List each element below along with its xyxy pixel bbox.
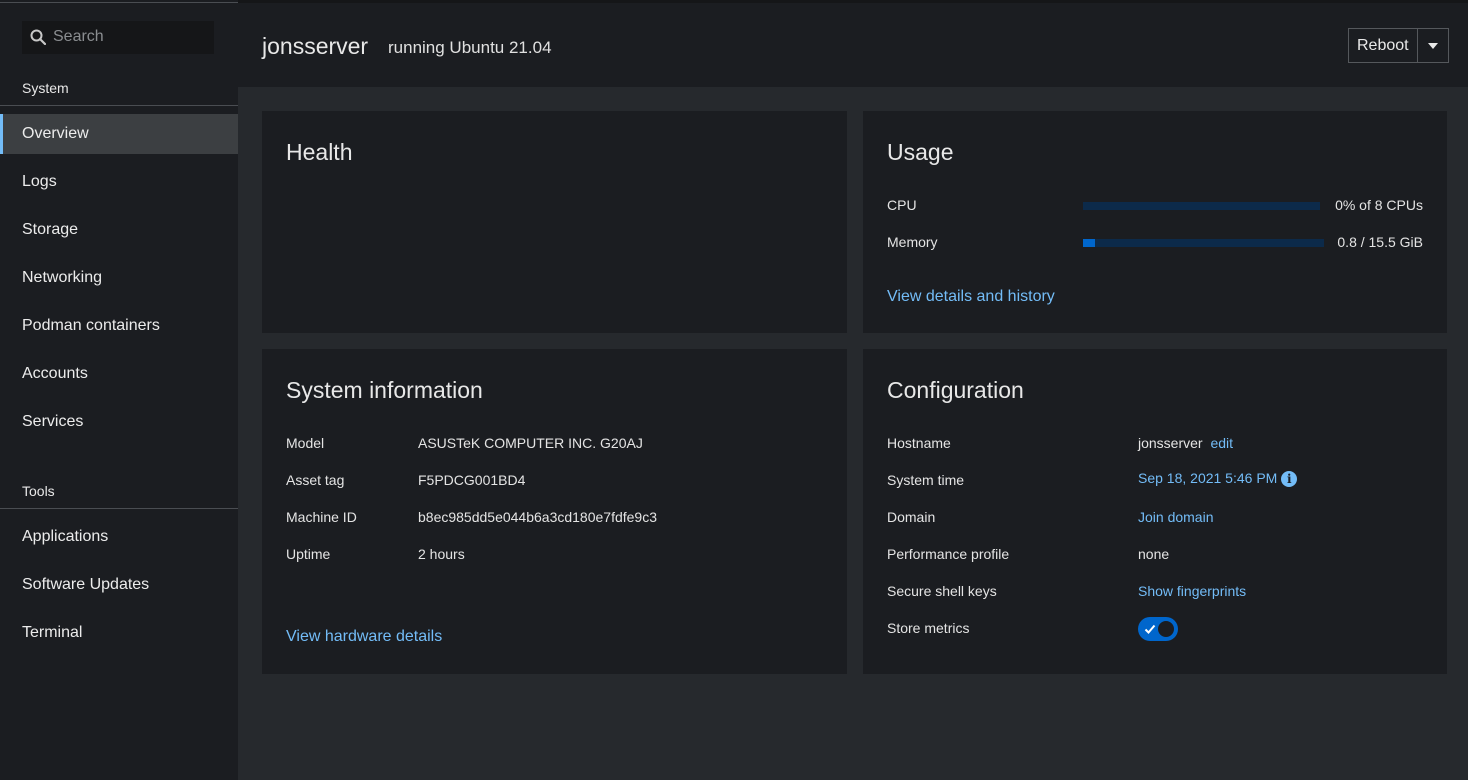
reboot-button[interactable]: Reboot (1349, 29, 1418, 62)
info-icon[interactable]: i (1281, 471, 1298, 488)
hostname-value: jonsserver (1138, 435, 1203, 451)
sidebar-item-storage[interactable]: Storage (0, 210, 238, 250)
page-title: jonsserver (262, 33, 369, 59)
hostname-row: jonsserver edit (1138, 435, 1233, 451)
model-label: Model (286, 435, 325, 451)
system-section-divider (0, 105, 238, 106)
cpu-usage-bar (1083, 202, 1320, 210)
asset-tag-label: Asset tag (286, 472, 345, 488)
show-fingerprints-link[interactable]: Show fingerprints (1138, 583, 1246, 599)
system-time-link[interactable]: Sep 18, 2021 5:46 PM (1138, 470, 1277, 486)
memory-label: Memory (887, 234, 938, 250)
tools-section-title: Tools (22, 483, 55, 499)
reboot-dropdown-toggle[interactable] (1418, 29, 1448, 62)
system-time-label: System time (887, 472, 965, 488)
uptime-label: Uptime (286, 546, 331, 562)
cpu-label: CPU (887, 197, 917, 213)
asset-tag-value: F5PDCG001BD4 (418, 472, 526, 488)
join-domain-link[interactable]: Join domain (1138, 509, 1214, 525)
sidebar-top-divider (0, 0, 238, 3)
health-card-title: Health (286, 139, 353, 165)
reboot-button-group: Reboot (1348, 28, 1449, 63)
domain-label: Domain (887, 509, 936, 525)
tools-section-divider (0, 508, 238, 509)
machine-id-label: Machine ID (286, 509, 357, 525)
search-box[interactable] (22, 21, 214, 54)
sidebar-item-networking[interactable]: Networking (0, 258, 238, 298)
system-information-title: System information (286, 377, 483, 403)
os-subtitle: running Ubuntu 21.04 (388, 38, 552, 57)
check-icon (1144, 624, 1156, 634)
performance-profile-value: none (1138, 546, 1170, 562)
memory-usage-bar (1083, 239, 1324, 247)
sidebar-item-software-updates[interactable]: Software Updates (0, 565, 238, 605)
sidebar-item-terminal[interactable]: Terminal (0, 613, 238, 653)
sidebar-item-accounts[interactable]: Accounts (0, 354, 238, 394)
sidebar: System Overview Logs Storage Networking … (0, 0, 238, 780)
uptime-value: 2 hours (418, 546, 465, 562)
sidebar-item-logs[interactable]: Logs (0, 162, 238, 202)
system-section-title: System (22, 80, 69, 96)
ssh-keys-label: Secure shell keys (887, 583, 997, 599)
sidebar-item-applications[interactable]: Applications (0, 517, 238, 557)
hostname-label: Hostname (887, 435, 951, 451)
usage-card: Usage CPU 0% of 8 CPUs Memory 0.8 / 15.5… (863, 111, 1447, 333)
cpu-value: 0% of 8 CPUs (1335, 197, 1423, 213)
model-value: ASUSTeK COMPUTER INC. G20AJ (418, 435, 643, 451)
machine-id-value: b8ec985dd5e044b6a3cd180e7fdfe9c3 (418, 509, 658, 525)
store-metrics-toggle[interactable] (1138, 617, 1178, 641)
view-hardware-details-link[interactable]: View hardware details (286, 628, 442, 646)
memory-usage-bar-fill (1083, 239, 1096, 247)
configuration-title: Configuration (887, 377, 1024, 403)
page-header: jonsserver running Ubuntu 21.04 Reboot (238, 3, 1468, 87)
sidebar-item-podman-containers[interactable]: Podman containers (0, 306, 238, 346)
system-information-card: System information Model ASUSTeK COMPUTE… (262, 349, 847, 674)
search-icon (30, 29, 46, 45)
performance-profile-label: Performance profile (887, 546, 1010, 562)
store-metrics-label: Store metrics (887, 620, 970, 636)
usage-card-title: Usage (887, 139, 954, 165)
view-details-history-link[interactable]: View details and history (887, 288, 1055, 306)
memory-value: 0.8 / 15.5 GiB (1337, 234, 1423, 250)
system-time-row: Sep 18, 2021 5:46 PM i (1138, 470, 1298, 488)
sidebar-item-services[interactable]: Services (0, 402, 238, 442)
hostname-edit-link[interactable]: edit (1210, 435, 1233, 451)
configuration-card: Configuration Hostname jonsserver edit S… (863, 349, 1447, 674)
toggle-knob (1158, 621, 1174, 637)
search-input[interactable] (53, 28, 203, 46)
sidebar-item-overview[interactable]: Overview (0, 114, 238, 154)
caret-down-icon (1427, 42, 1438, 49)
health-card: Health (262, 111, 847, 333)
